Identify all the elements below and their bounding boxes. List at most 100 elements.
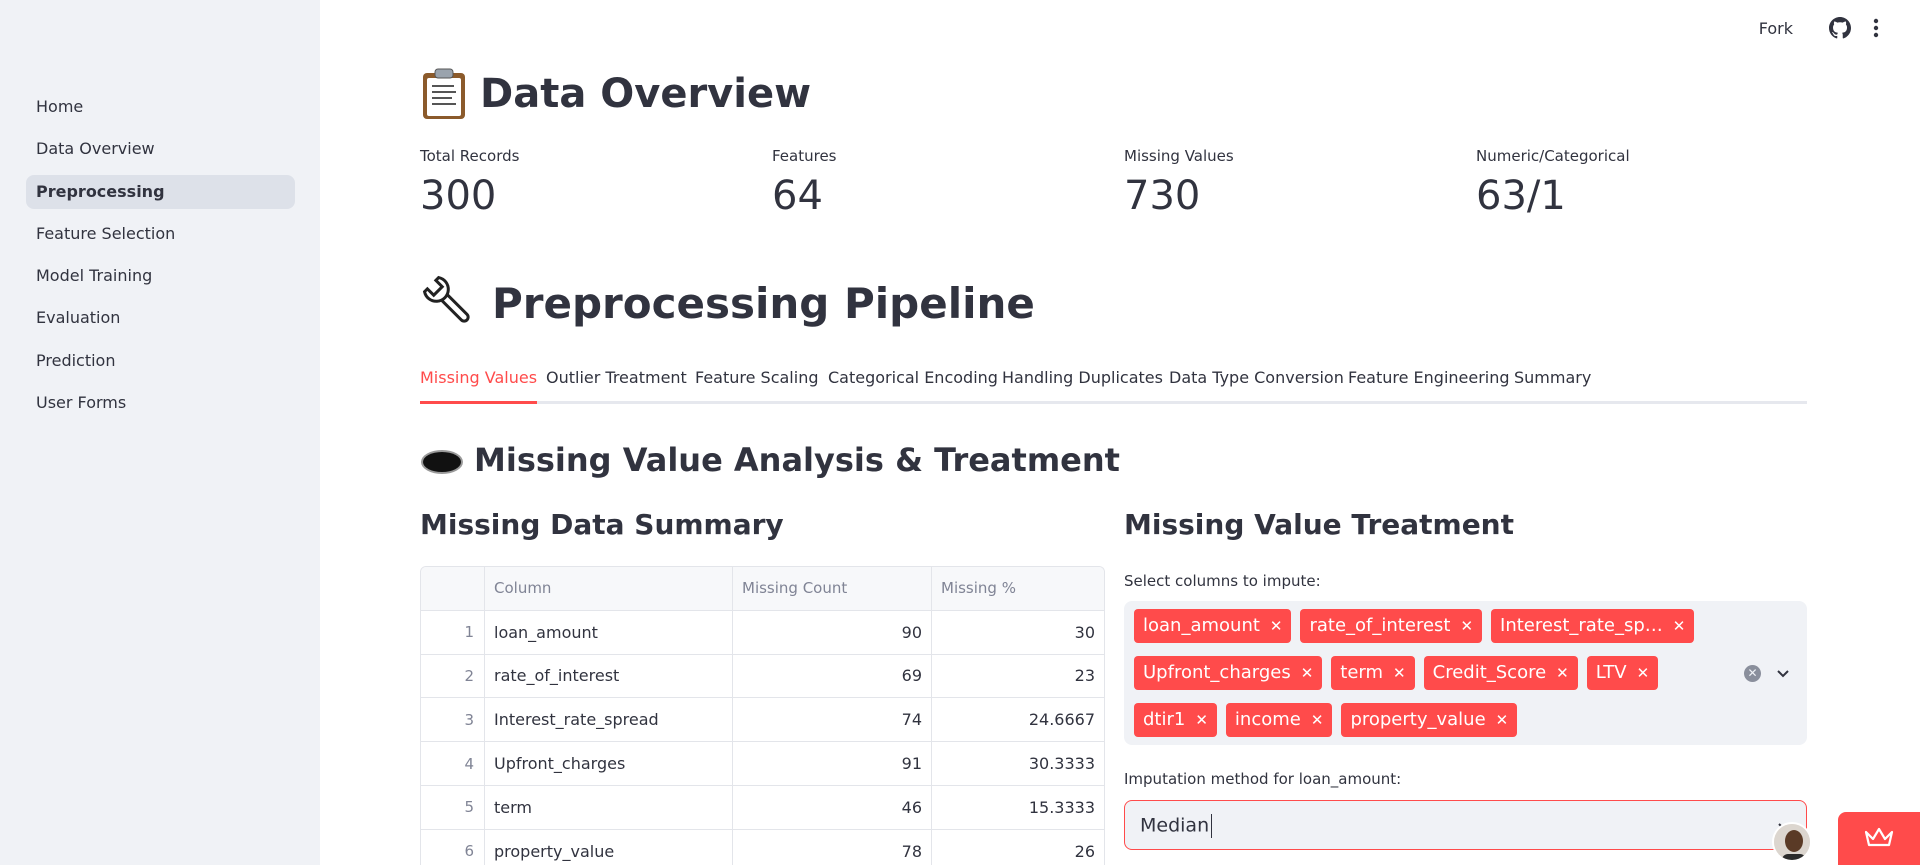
avatar[interactable] xyxy=(1772,822,1812,862)
github-icon[interactable] xyxy=(1829,17,1851,39)
remove-chip-icon[interactable]: ✕ xyxy=(1556,656,1569,690)
tab-feature-engineering[interactable]: Feature Engineering xyxy=(1348,364,1510,404)
sidebar-item-home[interactable]: Home xyxy=(26,90,295,124)
page-title: Data Overview xyxy=(420,64,811,124)
cell-missing-count[interactable]: 91 xyxy=(733,742,932,785)
remove-chip-icon[interactable]: ✕ xyxy=(1195,703,1208,737)
row-index: 1 xyxy=(421,610,485,654)
cell-missing-count[interactable]: 69 xyxy=(733,654,932,698)
chip-label: income xyxy=(1234,709,1301,730)
cell-missing-pct[interactable]: 26 xyxy=(932,830,1104,865)
chip-list: loan_amount ✕ rate_of_interest ✕ Interest_… xyxy=(1134,609,1724,750)
streamlit-badge-button[interactable] xyxy=(1838,812,1920,865)
clipboard-icon xyxy=(420,67,468,121)
row-index: 5 xyxy=(421,785,485,829)
missing-summary-table[interactable]: Column Missing Count Missing % 1 loan_am… xyxy=(420,566,1105,865)
sidebar-item-data-overview[interactable]: Data Overview xyxy=(26,132,295,166)
remove-chip-icon[interactable]: ✕ xyxy=(1270,609,1283,643)
cell-missing-count[interactable]: 74 xyxy=(733,698,932,742)
sidebar-item-feature-selection[interactable]: Feature Selection xyxy=(26,217,295,251)
chip-label: LTV xyxy=(1595,662,1627,683)
cell-missing-pct[interactable]: 30 xyxy=(932,611,1104,654)
cell-column[interactable]: rate_of_interest xyxy=(485,654,733,698)
table-header-missing-count[interactable]: Missing Count xyxy=(733,567,932,610)
cell-column[interactable]: property_value xyxy=(485,829,733,865)
metric-label: Total Records xyxy=(420,147,520,165)
chip[interactable]: income ✕ xyxy=(1225,703,1333,737)
cell-missing-count[interactable]: 78 xyxy=(733,829,932,865)
cell-missing-count[interactable]: 46 xyxy=(733,785,932,829)
table-row: 4 Upfront_charges 91 30.3333 xyxy=(421,742,1104,786)
remove-chip-icon[interactable]: ✕ xyxy=(1637,656,1650,690)
remove-chip-icon[interactable]: ✕ xyxy=(1311,703,1324,737)
pipeline-title-text: Preprocessing Pipeline xyxy=(492,278,1035,328)
metric-numeric-categorical: Numeric/Categorical 63/1 xyxy=(1476,147,1796,219)
clear-all-icon[interactable]: ✕ xyxy=(1744,665,1761,682)
sidebar-item-evaluation[interactable]: Evaluation xyxy=(26,301,295,335)
imputation-method-select[interactable]: Median xyxy=(1124,800,1807,850)
tab-outlier-treatment[interactable]: Outlier Treatment xyxy=(546,364,687,404)
cell-column[interactable]: Upfront_charges xyxy=(485,742,733,785)
tab-data-type-conversion[interactable]: Data Type Conversion xyxy=(1169,364,1344,404)
metric-label: Missing Values xyxy=(1124,147,1234,165)
chip[interactable]: Upfront_charges ✕ xyxy=(1134,656,1323,690)
chip-row: Upfront_charges ✕ term ✕ Credit_Score ✕ LTV… xyxy=(1134,656,1724,690)
chip-label: loan_amount xyxy=(1143,615,1260,636)
chip[interactable]: term ✕ xyxy=(1331,656,1415,690)
sidebar-item-preprocessing[interactable]: Preprocessing xyxy=(26,174,295,209)
select-value-text: Median xyxy=(1140,814,1210,837)
table-header-missing-pct[interactable]: Missing % xyxy=(932,567,1104,610)
table-header-column[interactable]: Column xyxy=(485,567,733,610)
pipeline-title: Preprocessing Pipeline xyxy=(420,270,1035,336)
row-index: 3 xyxy=(421,698,485,742)
chip[interactable]: loan_amount ✕ xyxy=(1134,609,1292,643)
cell-missing-count[interactable]: 90 xyxy=(733,610,932,654)
text-cursor xyxy=(1211,814,1213,838)
chip[interactable]: rate_of_interest ✕ xyxy=(1300,609,1483,643)
chip[interactable]: Interest_rate_sp… ✕ xyxy=(1491,609,1695,643)
row-index: 4 xyxy=(421,742,485,785)
cell-missing-pct[interactable]: 30.3333 xyxy=(932,742,1104,785)
metrics-row: Total Records 300 Features 64 Missing Va… xyxy=(420,147,1840,227)
remove-chip-icon[interactable]: ✕ xyxy=(1460,609,1473,643)
metric-value: 63/1 xyxy=(1476,173,1566,219)
chevron-down-icon[interactable] xyxy=(1775,665,1791,681)
wrench-icon xyxy=(420,273,480,333)
tab-categorical-encoding[interactable]: Categorical Encoding xyxy=(828,364,998,404)
top-toolbar: Fork xyxy=(1520,0,1920,56)
chip[interactable]: property_value ✕ xyxy=(1341,703,1518,737)
chip-label: property_value xyxy=(1350,709,1486,730)
cell-column[interactable]: term xyxy=(485,785,733,829)
table-row: 5 term 46 15.3333 xyxy=(421,785,1104,830)
remove-chip-icon[interactable]: ✕ xyxy=(1496,703,1509,737)
cell-column[interactable]: loan_amount xyxy=(485,610,733,654)
tab-summary[interactable]: Summary xyxy=(1514,364,1591,404)
remove-chip-icon[interactable]: ✕ xyxy=(1673,609,1686,643)
table-header-row: Column Missing Count Missing % xyxy=(421,567,1104,611)
tab-handling-duplicates[interactable]: Handling Duplicates xyxy=(1002,364,1163,404)
metric-total-records: Total Records 300 xyxy=(420,147,740,219)
remove-chip-icon[interactable]: ✕ xyxy=(1393,656,1406,690)
tab-missing-values[interactable]: Missing Values xyxy=(420,364,538,404)
metric-missing-values: Missing Values 730 xyxy=(1124,147,1444,219)
cell-column[interactable]: Interest_rate_spread xyxy=(485,698,733,742)
section-title: Missing Value Analysis & Treatment xyxy=(420,432,1120,488)
metric-value: 730 xyxy=(1124,173,1201,219)
sidebar-item-user-forms[interactable]: User Forms xyxy=(26,386,295,420)
cell-missing-pct[interactable]: 15.3333 xyxy=(932,786,1104,829)
sidebar-item-model-training[interactable]: Model Training xyxy=(26,259,295,293)
remove-chip-icon[interactable]: ✕ xyxy=(1301,656,1314,690)
chip[interactable]: Credit_Score ✕ xyxy=(1423,656,1578,690)
cell-missing-pct[interactable]: 23 xyxy=(932,655,1104,698)
columns-multiselect[interactable]: loan_amount ✕ rate_of_interest ✕ Interest_… xyxy=(1124,601,1807,745)
sidebar-nav: Home Data Overview Preprocessing Feature… xyxy=(26,90,295,428)
fork-button[interactable]: Fork xyxy=(1759,19,1793,38)
crown-icon xyxy=(1864,827,1894,847)
kebab-menu-icon[interactable] xyxy=(1872,17,1880,39)
cell-missing-pct[interactable]: 24.6667 xyxy=(932,698,1104,741)
chip[interactable]: dtir1 ✕ xyxy=(1134,703,1217,737)
chip[interactable]: LTV ✕ xyxy=(1586,656,1659,690)
sidebar-item-prediction[interactable]: Prediction xyxy=(26,344,295,378)
tab-feature-scaling[interactable]: Feature Scaling xyxy=(695,364,819,404)
table-row: 2 rate_of_interest 69 23 xyxy=(421,654,1104,699)
